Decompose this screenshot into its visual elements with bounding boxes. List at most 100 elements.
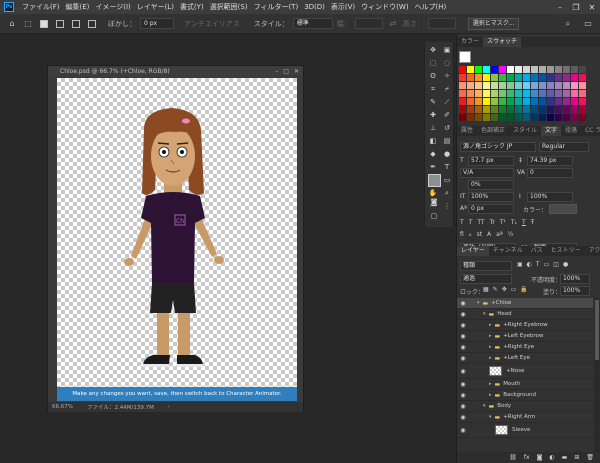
swatch-cell[interactable] — [515, 106, 522, 113]
ordinal-icon[interactable]: aª — [496, 231, 503, 238]
marquee-tool-icon[interactable]: ⬚ — [22, 18, 34, 30]
mask-icon[interactable]: ◙ — [537, 454, 543, 461]
ligature-icon[interactable]: fi — [460, 231, 464, 238]
filter-smart-icon[interactable]: ◫ — [553, 261, 559, 268]
tsume-input[interactable]: 0% — [468, 180, 514, 190]
gradient-tool-icon[interactable]: ▤ — [441, 135, 453, 147]
menu-select[interactable]: 選択範囲(S) — [207, 2, 251, 12]
visibility-eye-icon[interactable]: ◉ — [457, 333, 469, 340]
swatch-cell[interactable] — [507, 82, 514, 89]
expand-arrow-icon[interactable]: ▸ — [489, 355, 492, 361]
swatch-cell[interactable] — [531, 66, 538, 73]
subscript-button[interactable]: T₁ — [511, 219, 517, 226]
height-input[interactable] — [427, 18, 456, 29]
menu-window[interactable]: ウィンドウ(W) — [358, 2, 411, 12]
lock-transparent-icon[interactable]: ▦ — [483, 286, 489, 293]
swatch-cell[interactable] — [579, 74, 586, 81]
fill-input[interactable]: 100% — [560, 286, 590, 296]
tab-paragraph[interactable]: 段落 — [561, 126, 581, 136]
visibility-eye-icon[interactable]: ◉ — [457, 427, 469, 434]
swatch-cell[interactable] — [459, 90, 466, 97]
swatch-cell[interactable] — [563, 90, 570, 97]
fx-icon[interactable]: fx — [524, 454, 530, 461]
swatch-cell[interactable] — [483, 114, 490, 121]
swatch-cell[interactable] — [475, 114, 482, 121]
swatch-cell[interactable] — [555, 114, 562, 121]
baseline-input[interactable]: 0 px — [468, 204, 514, 214]
expand-arrow-icon[interactable]: ▾ — [489, 414, 492, 420]
swatch-cell[interactable] — [547, 98, 554, 105]
swatch-cell[interactable] — [539, 74, 546, 81]
swatch-cell[interactable] — [483, 90, 490, 97]
swatch-cell[interactable] — [491, 66, 498, 73]
swatch-cell[interactable] — [539, 106, 546, 113]
swatch-cell[interactable] — [563, 98, 570, 105]
swatch-cell[interactable] — [547, 66, 554, 73]
lock-position-icon[interactable]: ✥ — [502, 286, 507, 293]
layer-row[interactable]: ◉ ▾ ▬ +Chloe — [457, 298, 593, 309]
swatch-cell[interactable] — [507, 106, 514, 113]
menu-view[interactable]: 表示(V) — [328, 2, 358, 12]
swatch-cell[interactable] — [579, 114, 586, 121]
kerning-select[interactable]: V/A — [460, 168, 514, 178]
swatch-cell[interactable] — [547, 74, 554, 81]
swatch-cell[interactable] — [491, 74, 498, 81]
new-layer-icon[interactable]: ⊞ — [574, 454, 579, 461]
swatch-cell[interactable] — [499, 82, 506, 89]
swatch-cell[interactable] — [467, 66, 474, 73]
tab-swatches[interactable]: スウォッチ — [483, 37, 522, 47]
swatch-cell[interactable] — [459, 114, 466, 121]
style-select[interactable]: 標準 — [292, 18, 333, 29]
swatch-cell[interactable] — [571, 98, 578, 105]
expand-arrow-icon[interactable]: ▸ — [489, 322, 492, 328]
swatch-cell[interactable] — [467, 82, 474, 89]
swatch-cell[interactable] — [563, 106, 570, 113]
filter-toggle-icon[interactable]: ● — [563, 261, 568, 268]
swatch-cell[interactable] — [475, 82, 482, 89]
swatch-cell[interactable] — [475, 106, 482, 113]
tab-channels[interactable]: チャンネル — [489, 246, 527, 256]
swatch-cell[interactable] — [571, 90, 578, 97]
swatch-cell[interactable] — [467, 90, 474, 97]
swatch-cell[interactable] — [491, 106, 498, 113]
swatch-cell[interactable] — [499, 66, 506, 73]
swatch-cell[interactable] — [571, 82, 578, 89]
swatch-cell[interactable] — [515, 90, 522, 97]
restore-icon[interactable]: ❐ — [568, 3, 584, 12]
visibility-eye-icon[interactable]: ◉ — [457, 392, 469, 399]
swatch-cell[interactable] — [475, 74, 482, 81]
select-and-mask-button[interactable]: 選択とマスク... — [467, 17, 520, 30]
swatch-cell[interactable] — [547, 82, 554, 89]
rectangle-tool-icon[interactable]: ▭ — [441, 174, 453, 186]
swatch-cell[interactable] — [475, 66, 482, 73]
swatch-cell[interactable] — [539, 66, 546, 73]
fraction-icon[interactable]: ½ — [508, 231, 514, 238]
swatch-cell[interactable] — [539, 90, 546, 97]
visibility-eye-icon[interactable]: ◉ — [457, 414, 469, 421]
swatch-cell[interactable] — [523, 74, 530, 81]
tab-character[interactable]: 文字 — [541, 126, 562, 136]
swatch-cell[interactable] — [523, 90, 530, 97]
menu-image[interactable]: イメージ(I) — [92, 2, 133, 12]
layer-row[interactable]: ◉ +Nose — [457, 364, 593, 379]
superscript-button[interactable]: T¹ — [500, 219, 506, 226]
doc-close-icon[interactable]: ✕ — [294, 68, 299, 75]
swatch-cell[interactable] — [483, 106, 490, 113]
visibility-eye-icon[interactable]: ◉ — [457, 368, 469, 375]
swatch-cell[interactable] — [483, 82, 490, 89]
horizontal-scale-input[interactable]: 100% — [527, 192, 573, 202]
brush-tool-icon[interactable]: ✐ — [441, 109, 453, 121]
trash-icon[interactable]: 🗑 — [586, 454, 594, 461]
swatch-cell[interactable] — [491, 90, 498, 97]
menu-help[interactable]: ヘルプ(H) — [412, 2, 450, 12]
filter-shape-icon[interactable]: ▭ — [544, 261, 550, 268]
expand-arrow-icon[interactable]: ▾ — [477, 300, 480, 306]
ruler-icon[interactable]: ⟋ — [441, 96, 453, 108]
swatch-cell[interactable] — [571, 106, 578, 113]
swatch-cell[interactable] — [571, 66, 578, 73]
swatch-cell[interactable] — [499, 90, 506, 97]
lasso-tool-icon[interactable]: ʘ — [427, 70, 439, 82]
layer-row[interactable]: ◉ Sleeve — [457, 423, 593, 438]
layer-row[interactable]: ◉ ▾ ▬ +Right Arm — [457, 412, 593, 423]
tab-actions[interactable]: アクション — [585, 246, 600, 256]
